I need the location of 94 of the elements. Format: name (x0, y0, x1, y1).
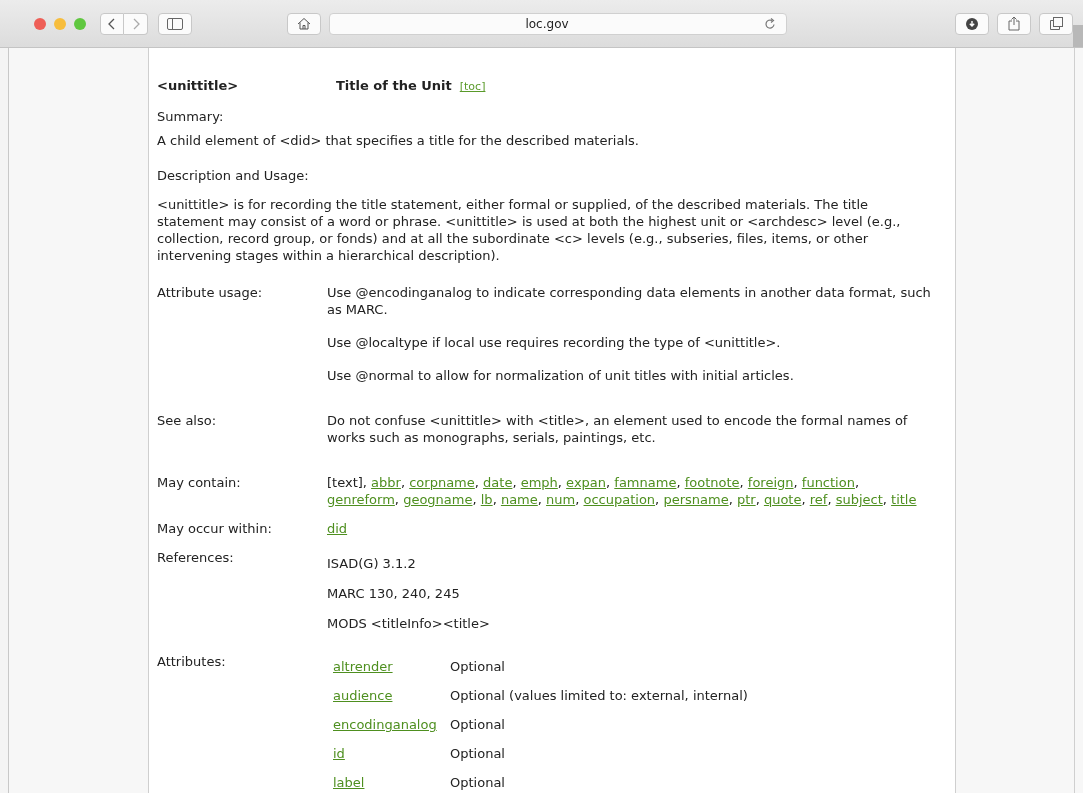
separator-text: , (492, 492, 497, 507)
field-text: Use @localtype if local use requires recording the type of <unittitle>. (327, 334, 782, 351)
attribute-link[interactable]: id (333, 745, 450, 762)
field-text: Use @encodinganalog to indicate corresponding data elements in another data format, such as MARC. (327, 284, 932, 318)
attribute-link[interactable]: audience (333, 687, 450, 704)
summary-text: A child element of <did> that specifies a title for the described materials. (157, 132, 640, 149)
separator-text: , (474, 475, 479, 490)
separator-text: , (827, 492, 832, 507)
forward-button[interactable] (124, 12, 148, 35)
element-link[interactable]: genreform (327, 492, 395, 507)
element-link[interactable]: corpname (409, 475, 475, 490)
address-text: loc.gov (524, 16, 570, 31)
element-link[interactable]: abbr (371, 475, 401, 490)
separator-text: , (728, 492, 733, 507)
separator-text: , (394, 492, 399, 507)
element-link[interactable]: name (500, 492, 538, 507)
zoom-window-button[interactable] (74, 17, 86, 30)
separator-text: , (793, 475, 798, 490)
share-button[interactable] (997, 12, 1031, 35)
close-window-button[interactable] (34, 17, 46, 30)
description-text: <unittitle> is for recording the title statement, either formal or supplied, of the described materials. The title statement may consist of a word or phrase. <unittitle> is used at both the highest unit or <archdesc> level (e.g., collection, record group, or fonds) and at all the subordinate <c> levels (e.g., subseries, files, items, or other intervening stages within a hierarchical description). (157, 196, 902, 264)
separator-text: , (362, 475, 367, 490)
element-link[interactable]: ref (809, 492, 828, 507)
element-title: Title of the Unit (336, 77, 452, 94)
element-name: <unittitle> (157, 77, 240, 94)
element-link[interactable]: geogname (403, 492, 473, 507)
field-label: May occur within: (157, 520, 273, 537)
element-link[interactable]: foreign (747, 475, 794, 490)
chevron-right-icon (131, 17, 140, 30)
element-link[interactable]: did (327, 521, 348, 536)
attribute-usage: Optional (values limited to: external, internal) (450, 687, 749, 704)
toc-link[interactable]: [toc] (459, 78, 486, 95)
address-field[interactable]: loc.gov (329, 12, 787, 35)
element-link[interactable]: expan (566, 475, 607, 490)
element-link[interactable]: function (801, 475, 855, 490)
home-icon (297, 17, 311, 30)
tabs-icon (1049, 17, 1063, 30)
sidebar-icon (167, 17, 183, 30)
reference-text: MODS <titleInfo><title> (327, 615, 491, 632)
field-text: Use @normal to allow for normalization of unit titles with initial articles. (327, 367, 795, 384)
attribute-usage: Optional (450, 774, 506, 791)
plain-text: [text] (327, 475, 363, 490)
home-button[interactable] (287, 12, 321, 35)
element-link[interactable]: title (891, 492, 917, 507)
separator-text: , (472, 492, 477, 507)
separator-text: , (537, 492, 542, 507)
downloads-button[interactable] (955, 12, 989, 35)
element-link[interactable]: famname (614, 475, 677, 490)
separator-text: , (557, 475, 562, 490)
download-icon (966, 17, 978, 30)
reload-icon[interactable] (764, 17, 776, 30)
minimize-window-button[interactable] (54, 17, 66, 30)
attribute-usage: Optional (450, 745, 506, 762)
separator-text: , (854, 475, 860, 490)
chevron-left-icon (108, 17, 116, 30)
element-link[interactable]: persname (663, 492, 729, 507)
element-link[interactable]: quote (763, 492, 802, 507)
field-label: May contain: (157, 474, 242, 492)
element-link[interactable]: subject (835, 492, 883, 507)
separator-text: , (655, 492, 660, 507)
field-label: See also: (157, 412, 218, 430)
reference-text: MARC 130, 240, 245 (327, 585, 461, 602)
tabs-button[interactable] (1039, 12, 1073, 35)
attribute-link[interactable]: label (333, 774, 450, 791)
separator-text: , (676, 475, 681, 490)
separator-text: , (755, 492, 760, 507)
attribute-usage: Optional (450, 716, 506, 733)
element-link[interactable]: ptr (736, 492, 756, 507)
attribute-link[interactable]: encodinganalog (333, 716, 450, 733)
separator-text: , (575, 492, 580, 507)
reference-text: ISAD(G) 3.1.2 (327, 555, 417, 572)
share-icon (1008, 16, 1020, 31)
separator-text: , (739, 475, 744, 490)
attribute-usage: Optional (450, 658, 506, 675)
attribute-link[interactable]: altrender (333, 658, 450, 675)
element-link[interactable]: date (483, 475, 513, 490)
field-label: References: (157, 549, 235, 567)
field-label: Attribute usage: (157, 284, 264, 302)
element-link[interactable]: footnote (684, 475, 740, 490)
element-link[interactable]: emph (520, 475, 558, 490)
separator-text: , (400, 475, 406, 490)
back-button[interactable] (100, 12, 124, 35)
element-link[interactable]: num (546, 492, 576, 507)
field-text: Do not confuse <unittitle> with <title>, an element used to encode the formal names of works such as monographs, serials, paintings, etc. (327, 412, 909, 446)
separator-text: , (606, 475, 611, 490)
element-link[interactable]: lb (480, 492, 493, 507)
separator-text: , (801, 492, 806, 507)
separator-text: , (512, 475, 517, 490)
description-label: Description and Usage: (157, 167, 310, 184)
field-label: Attributes: (157, 653, 227, 671)
element-link[interactable]: occupation (583, 492, 656, 507)
summary-label: Summary: (157, 108, 225, 125)
sidebar-button[interactable] (158, 12, 192, 35)
separator-text: , (882, 492, 887, 507)
